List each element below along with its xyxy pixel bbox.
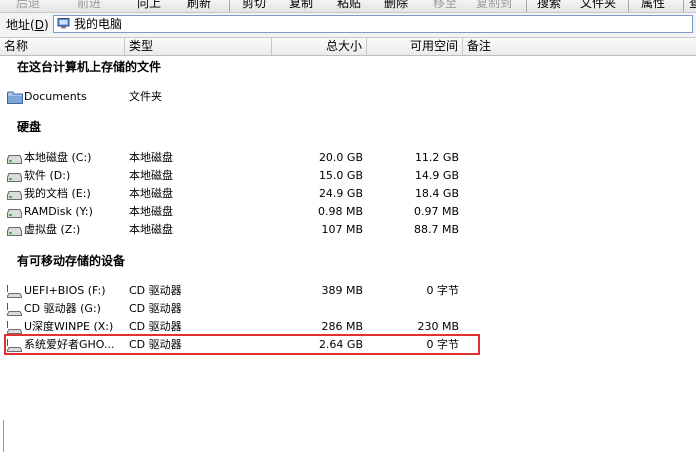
- address-value: 我的电脑: [74, 17, 123, 31]
- back-button[interactable]: 后退: [16, 0, 40, 12]
- list-item[interactable]: 我的文档 (E:) 本地磁盘 24.9 GB 18.4 GB: [0, 185, 696, 203]
- address-label: 地址(D): [6, 17, 49, 33]
- cut-button[interactable]: 剪切: [242, 0, 266, 12]
- item-type: 本地磁盘: [129, 187, 173, 200]
- item-free: 14.9 GB: [414, 169, 459, 182]
- item-name: 我的文档 (E:): [24, 187, 91, 200]
- cd-drive-icon: [7, 321, 22, 334]
- copy-to-button[interactable]: 复制到: [476, 0, 512, 12]
- item-type: CD 驱动器: [129, 284, 182, 297]
- folders-button[interactable]: 文件夹: [580, 0, 616, 12]
- group-title-removable: 有可移动存储的设备: [17, 254, 126, 268]
- toolbar-separator: [229, 0, 230, 12]
- cd-drive-icon: [7, 285, 22, 298]
- column-header-note[interactable]: 备注: [463, 38, 696, 55]
- my-computer-icon: [57, 18, 70, 29]
- item-type: 本地磁盘: [129, 223, 173, 236]
- delete-button[interactable]: 删除: [384, 0, 408, 12]
- folder-icon: [7, 91, 23, 104]
- item-size: 20.0 GB: [318, 151, 363, 164]
- list-item[interactable]: UEFI+BIOS (F:) CD 驱动器 389 MB 0 字节: [0, 282, 696, 300]
- item-type: 文件夹: [129, 90, 162, 103]
- up-button[interactable]: 向上: [137, 0, 161, 12]
- column-header-row: 名称 类型 总大小 可用空间 备注: [0, 38, 696, 56]
- cd-drive-icon: [7, 303, 22, 316]
- list-item[interactable]: 软件 (D:) 本地磁盘 15.0 GB 14.9 GB: [0, 167, 696, 185]
- address-input[interactable]: 我的电脑: [53, 15, 693, 33]
- list-left-border: [3, 420, 4, 452]
- column-header-name[interactable]: 名称: [0, 38, 125, 55]
- column-header-free[interactable]: 可用空间: [367, 38, 463, 55]
- list-item[interactable]: Documents 文件夹: [0, 88, 696, 106]
- item-size: 24.9 GB: [318, 187, 363, 200]
- column-header-type[interactable]: 类型: [125, 38, 272, 55]
- item-name: 软件 (D:): [24, 169, 71, 182]
- item-free: 0 字节: [426, 284, 460, 297]
- search-button[interactable]: 搜索: [537, 0, 561, 12]
- move-to-button[interactable]: 移至: [433, 0, 457, 12]
- item-size: 0.98 MB: [317, 205, 363, 218]
- item-free: 88.7 MB: [413, 223, 459, 236]
- forward-button[interactable]: 前进: [77, 0, 101, 12]
- hard-drive-icon: [7, 155, 22, 164]
- column-header-size[interactable]: 总大小: [272, 38, 367, 55]
- properties-button[interactable]: 属性: [641, 0, 665, 12]
- item-type: 本地磁盘: [129, 151, 173, 164]
- item-type: 本地磁盘: [129, 169, 173, 182]
- hard-drive-icon: [7, 227, 22, 236]
- item-free: 11.2 GB: [414, 151, 459, 164]
- address-label-end: ): [43, 18, 49, 32]
- hard-drive-icon: [7, 191, 22, 200]
- group-title-files: 在这台计算机上存储的文件: [17, 60, 162, 74]
- list-item[interactable]: RAMDisk (Y:) 本地磁盘 0.98 MB 0.97 MB: [0, 203, 696, 221]
- address-label-text: 地址(: [6, 18, 35, 32]
- paste-button[interactable]: 粘贴: [337, 0, 361, 12]
- toolbar: 后退 前进 向上 刷新 剪切 复制 粘贴 删除 移至 复制到 搜索 文件夹 属性…: [0, 0, 696, 13]
- item-name: CD 驱动器 (G:): [24, 302, 101, 315]
- address-label-accesskey: D: [34, 18, 44, 32]
- item-name: UEFI+BIOS (F:): [24, 284, 106, 297]
- item-size: 107 MB: [321, 223, 363, 236]
- hard-drive-icon: [7, 209, 22, 218]
- item-name: Documents: [24, 90, 87, 103]
- item-size: 15.0 GB: [318, 169, 363, 182]
- item-type: 本地磁盘: [129, 205, 173, 218]
- item-free: 18.4 GB: [414, 187, 459, 200]
- list-item[interactable]: 虚拟盘 (Z:) 本地磁盘 107 MB 88.7 MB: [0, 221, 696, 239]
- toolbar-separator: [526, 0, 527, 12]
- item-name: RAMDisk (Y:): [24, 205, 93, 218]
- refresh-button[interactable]: 刷新: [187, 0, 211, 12]
- item-name: 虚拟盘 (Z:): [24, 223, 81, 236]
- hard-drive-icon: [7, 173, 22, 182]
- address-bar: 地址(D) 我的电脑: [0, 13, 696, 38]
- copy-button[interactable]: 复制: [289, 0, 313, 12]
- toolbar-separator: [683, 0, 684, 12]
- list-item[interactable]: 本地磁盘 (C:) 本地磁盘 20.0 GB 11.2 GB: [0, 149, 696, 167]
- group-title-disks: 硬盘: [17, 120, 42, 134]
- item-name: 本地磁盘 (C:): [24, 151, 92, 164]
- toolbar-separator: [628, 0, 629, 12]
- item-size: 389 MB: [321, 284, 363, 297]
- view-button[interactable]: 查看: [689, 0, 696, 12]
- item-type: CD 驱动器: [129, 302, 182, 315]
- item-free: 0.97 MB: [413, 205, 459, 218]
- list-item[interactable]: CD 驱动器 (G:) CD 驱动器: [0, 300, 696, 318]
- highlight-box: [4, 334, 480, 355]
